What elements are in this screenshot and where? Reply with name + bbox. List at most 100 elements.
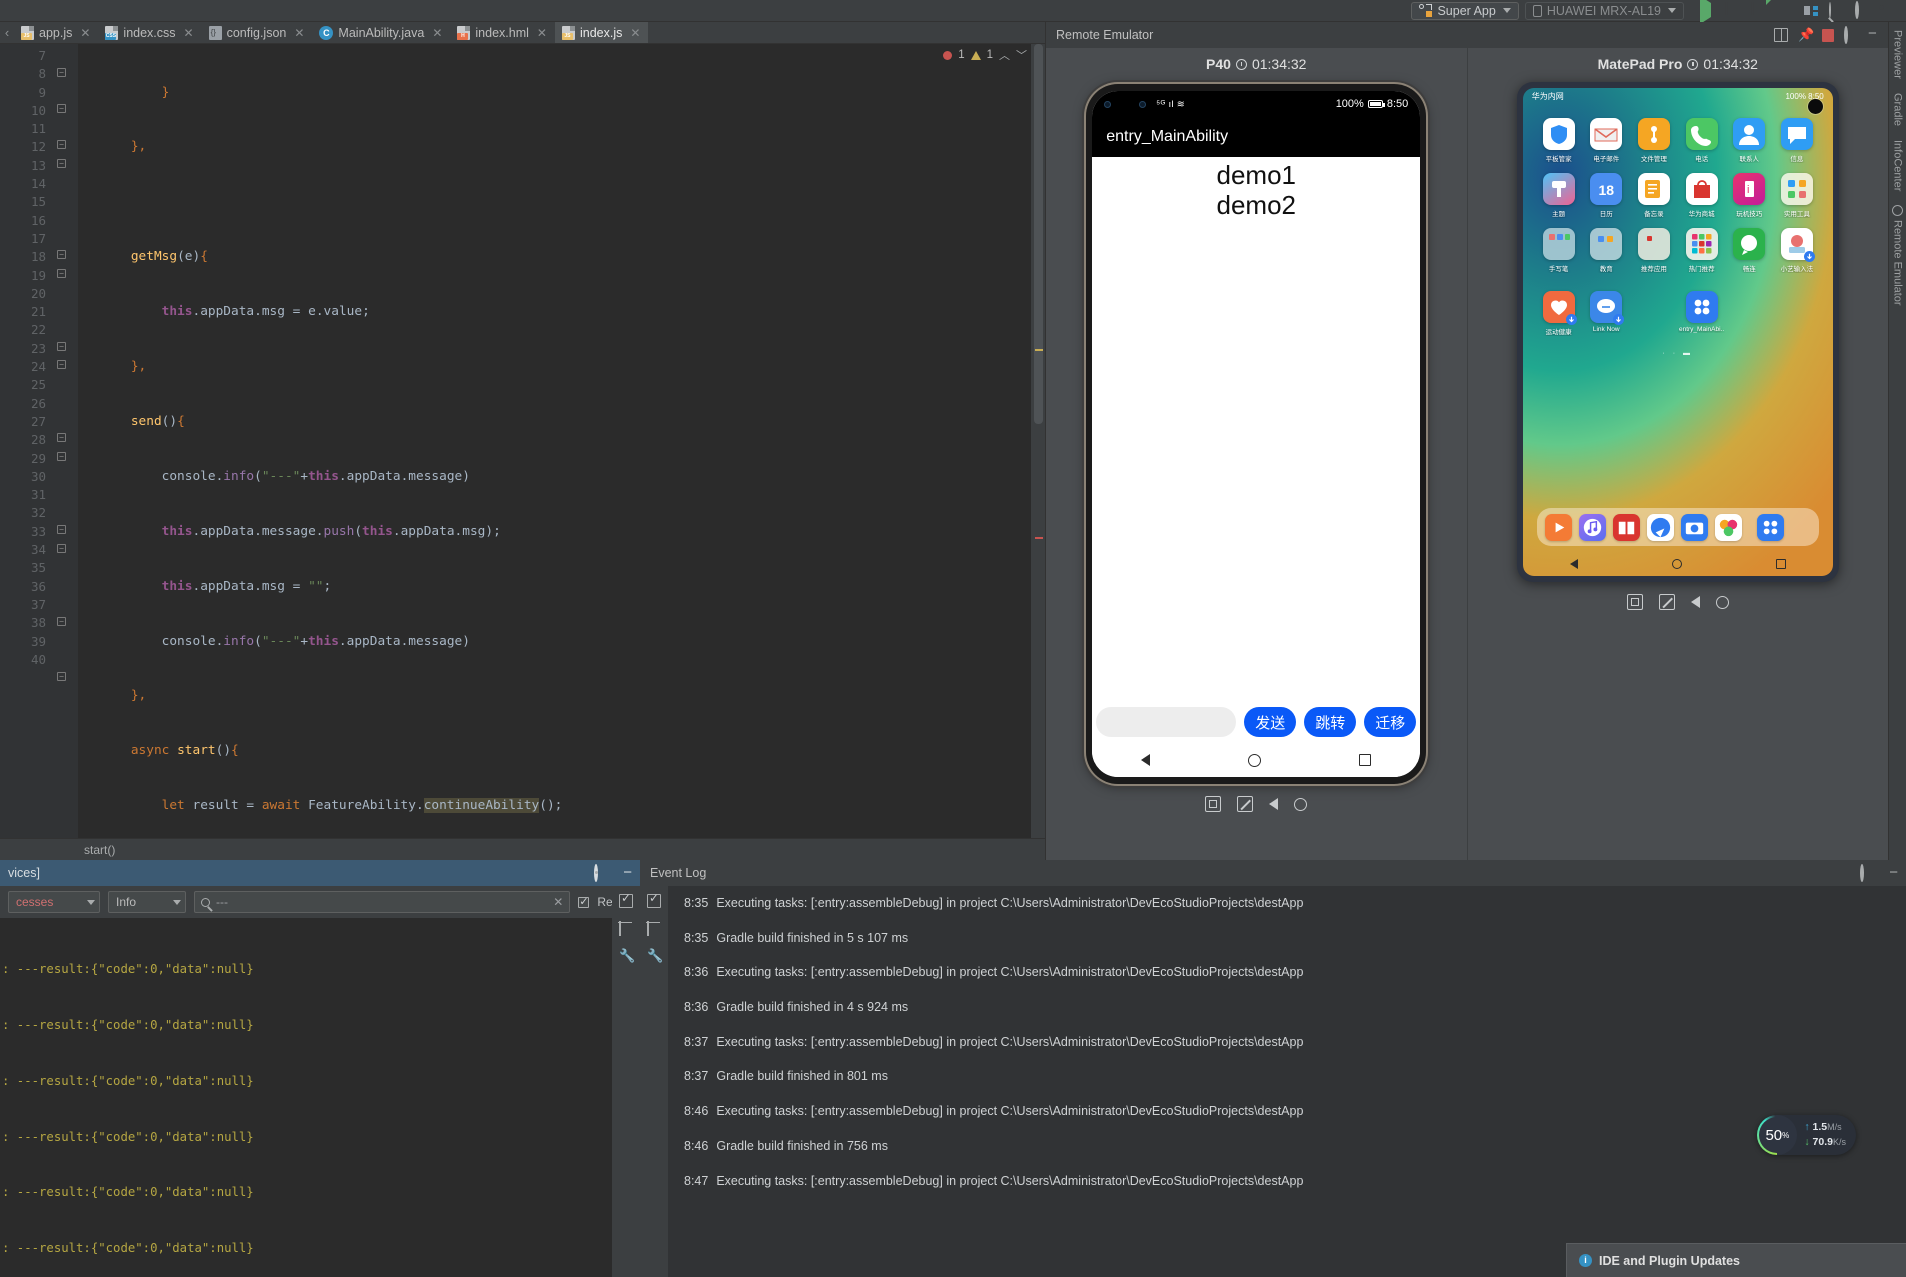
phone-screen[interactable]: ⁵ᴳ ıl ≋ 100% 8:50 entry_MainAbility demo… <box>1092 91 1421 777</box>
fold-marker-icon[interactable]: − <box>57 433 66 442</box>
debug-icon[interactable] <box>1726 3 1741 18</box>
close-icon[interactable]: ✕ <box>294 26 304 40</box>
fold-marker-icon[interactable]: − <box>57 269 66 278</box>
recents-icon[interactable] <box>1775 559 1786 569</box>
tool-window-infocenter[interactable]: InfoCenter <box>1892 140 1904 191</box>
app-icon-tile[interactable]: i 玩机技巧 <box>1725 173 1773 218</box>
app-icon-tile[interactable]: 推荐应用 <box>1630 228 1678 273</box>
fold-marker-icon[interactable]: − <box>57 250 66 259</box>
app-icon-tile[interactable]: 畅连 <box>1725 228 1773 273</box>
fold-marker-icon[interactable]: − <box>57 672 66 681</box>
app-icon-tile[interactable]: 电话 <box>1678 118 1726 163</box>
scroll-to-end-icon[interactable] <box>619 891 633 908</box>
tab-config-json[interactable]: {} config.json ✕ <box>202 22 313 43</box>
close-icon[interactable]: ✕ <box>537 26 547 40</box>
settings-icon[interactable] <box>1855 1 1870 19</box>
clear-log-icon[interactable] <box>619 921 633 936</box>
home-icon[interactable] <box>1671 559 1682 569</box>
app-icon-tile[interactable]: 电子邮件 <box>1582 118 1630 163</box>
books-icon[interactable] <box>1612 513 1640 541</box>
minimize-icon[interactable]: − <box>1889 865 1898 880</box>
remote-emulator-toggle-icon[interactable] <box>1892 205 1903 217</box>
mark-read-icon[interactable] <box>647 891 661 908</box>
split-view-icon[interactable] <box>1774 28 1788 42</box>
run-icon[interactable] <box>1700 0 1715 24</box>
close-icon[interactable]: ✕ <box>80 26 90 40</box>
log-search-input[interactable]: --- ✕ <box>194 891 571 913</box>
app-icon-tile[interactable]: 备忘录 <box>1630 173 1678 218</box>
debug-attach-icon[interactable] <box>1752 0 1771 18</box>
process-filter-select[interactable]: cesses <box>8 891 100 913</box>
editor-scrollbar-thumb[interactable] <box>1034 44 1043 424</box>
tablet-screen[interactable]: 华为内网 100% 8:50 平板管家 电子邮件 文件管理 电话 联系人 信息 … <box>1522 88 1833 576</box>
music-icon[interactable] <box>1578 513 1606 541</box>
tab-scroll-left-icon[interactable]: ‹ <box>0 22 14 43</box>
gear-icon[interactable] <box>1860 863 1875 882</box>
logcat-output[interactable]: : ---result:{"code":0,"data":null} : ---… <box>0 918 612 1277</box>
back-icon[interactable] <box>1569 559 1578 569</box>
app-icon-tile[interactable]: 文件管理 <box>1630 118 1678 163</box>
clear-icon[interactable]: ✕ <box>553 895 563 909</box>
rotate-icon[interactable] <box>1205 796 1222 812</box>
code-area[interactable]: } }, getMsg(e){ this.appData.msg = e.val… <box>78 44 1045 860</box>
fold-marker-icon[interactable]: − <box>57 525 66 534</box>
fold-marker-icon[interactable]: − <box>57 360 66 369</box>
jump-button[interactable]: 跳转 <box>1304 707 1357 737</box>
event-log-entries[interactable]: 8:35 Executing tasks: [:entry:assembleDeb… <box>668 886 1906 1277</box>
fold-marker-icon[interactable]: − <box>57 617 66 626</box>
power-icon[interactable] <box>1237 796 1254 812</box>
app-icon-tile[interactable]: 联系人 <box>1725 118 1773 163</box>
home-icon[interactable] <box>1715 595 1729 609</box>
fold-marker-icon[interactable]: − <box>57 140 66 149</box>
message-input[interactable] <box>1096 707 1237 737</box>
structure-icon[interactable] <box>1804 5 1818 17</box>
app-icon-tile[interactable]: 18 日历 <box>1582 173 1630 218</box>
account-icon[interactable] <box>1881 3 1896 18</box>
inspection-prev-icon[interactable]: ︿ <box>999 47 1010 63</box>
tool-window-gradle[interactable]: Gradle <box>1892 93 1904 126</box>
app-icon-tile[interactable]: 实用工具 <box>1773 173 1821 218</box>
ide-notification[interactable]: i IDE and Plugin Updates <box>1566 1243 1906 1277</box>
app-icon-tile[interactable]: 华为商城 <box>1678 173 1726 218</box>
close-icon[interactable]: ✕ <box>432 26 442 40</box>
app-icon-tile[interactable]: 手写笔 <box>1535 228 1583 273</box>
recents-icon[interactable] <box>1359 754 1372 766</box>
app-icon-tile[interactable]: entry_MainAbi.. <box>1678 291 1726 336</box>
app-icon-tile[interactable]: 平板管家 <box>1535 118 1583 163</box>
app-icon-tile[interactable]: 主题 <box>1535 173 1583 218</box>
tool-window-previewer[interactable]: Previewer <box>1892 30 1904 79</box>
power-icon[interactable] <box>1658 594 1675 610</box>
camera-icon[interactable] <box>1680 513 1708 541</box>
gear-icon[interactable] <box>594 863 609 882</box>
app-icon-tile[interactable]: Link Now <box>1582 291 1630 336</box>
tab-mainability-java[interactable]: C MainAbility.java ✕ <box>312 22 450 43</box>
fold-marker-icon[interactable]: − <box>57 159 66 168</box>
fold-marker-icon[interactable]: − <box>57 342 66 351</box>
network-speed-widget[interactable]: 50% ↑ 1.5M/s ↓ 70.9K/s <box>1757 1115 1856 1155</box>
minimize-icon[interactable]: − <box>623 865 632 880</box>
tab-index-hml[interactable]: H index.hml ✕ <box>450 22 555 43</box>
tab-app-js[interactable]: JS app.js ✕ <box>14 22 98 43</box>
app-icon-tile[interactable]: 运动健康 <box>1535 291 1583 336</box>
app-icon-tile[interactable]: 热门推荐 <box>1678 228 1726 273</box>
regex-checkbox[interactable] <box>578 895 590 908</box>
tool-window-remote-emulator[interactable]: Remote Emulator <box>1892 220 1904 306</box>
send-button[interactable]: 发送 <box>1244 707 1297 737</box>
appgrid-icon[interactable] <box>1756 513 1784 541</box>
stop-icon[interactable] <box>1778 3 1793 18</box>
tab-index-js[interactable]: JS index.js ✕ <box>554 22 649 43</box>
app-icon-tile[interactable]: 教育 <box>1582 228 1630 273</box>
editor-scroll-strip[interactable] <box>1031 44 1045 860</box>
back-icon[interactable] <box>1141 754 1151 766</box>
settings-wrench-icon[interactable]: 🔧 <box>647 948 663 963</box>
home-icon[interactable] <box>1294 797 1308 811</box>
fold-marker-icon[interactable]: − <box>57 104 66 113</box>
minimize-icon[interactable]: − <box>1868 26 1882 42</box>
home-icon[interactable] <box>1248 753 1262 767</box>
device-selector[interactable]: HUAWEI MRX-AL19 <box>1524 1 1684 20</box>
fold-marker-icon[interactable]: − <box>57 544 66 553</box>
editor-gutter[interactable]: 7 8 9 10 11 12 13 14 15 16 17 18 19 20 2… <box>0 44 78 860</box>
close-icon[interactable]: ✕ <box>630 26 640 40</box>
gear-icon[interactable] <box>1844 26 1858 44</box>
migrate-button[interactable]: 迁移 <box>1364 707 1417 737</box>
